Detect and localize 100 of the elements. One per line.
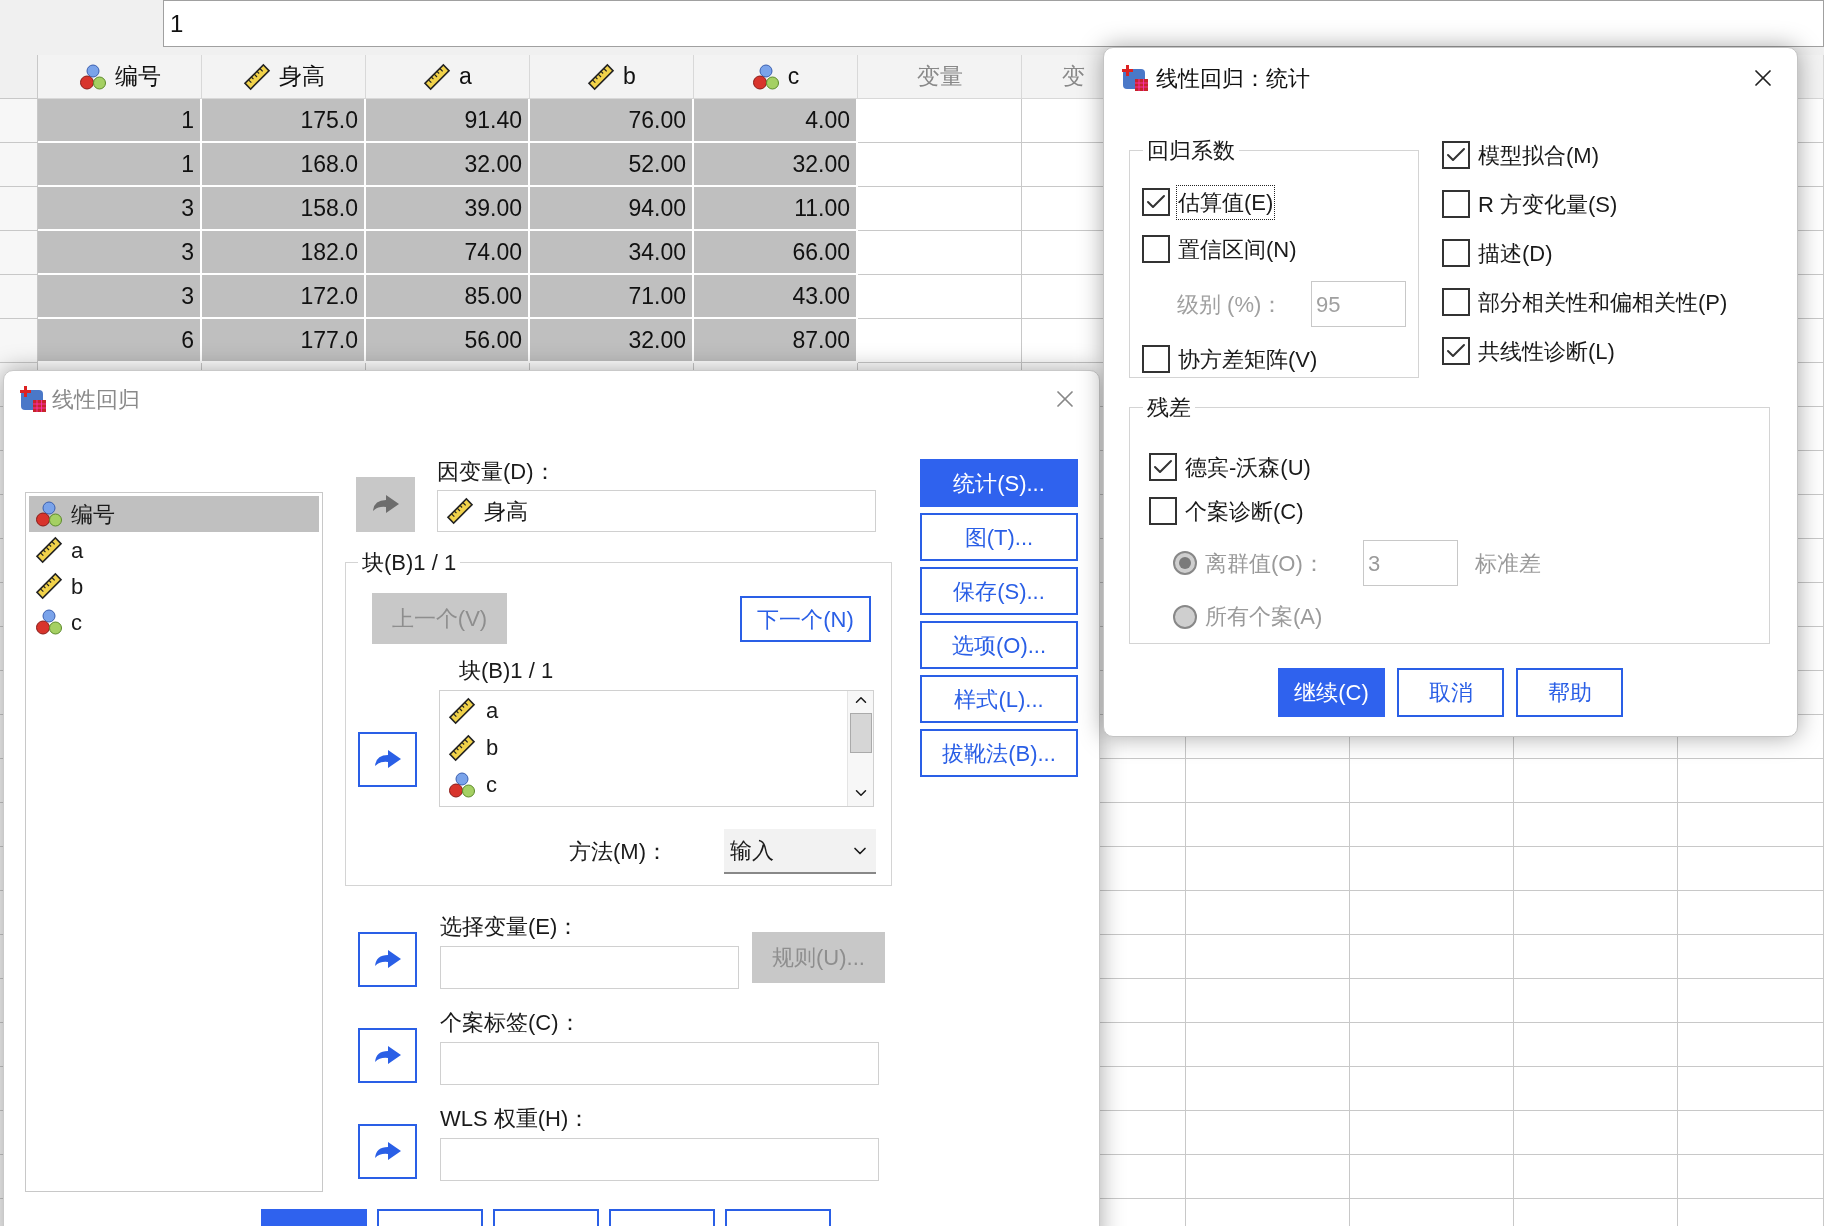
app-icon bbox=[1120, 63, 1150, 93]
table-cell: 74.00 bbox=[366, 231, 530, 275]
variable-name: c bbox=[486, 771, 497, 799]
checkbox-label: 德宾-沃森(U) bbox=[1185, 453, 1311, 482]
table-cell: 175.0 bbox=[202, 99, 366, 143]
variable-item[interactable]: b bbox=[29, 568, 319, 604]
input-field[interactable] bbox=[440, 1138, 879, 1181]
table-cell: 66.00 bbox=[694, 231, 858, 275]
checkbox[interactable] bbox=[1149, 497, 1177, 525]
table-cell: 32.00 bbox=[694, 143, 858, 187]
table-cell: 168.0 bbox=[202, 143, 366, 187]
checkbox-label: 估算值(E) bbox=[1176, 184, 1276, 220]
options-button[interactable]: 保存(S)... bbox=[920, 567, 1078, 615]
table-cell: 4.00 bbox=[694, 99, 858, 143]
variable-item[interactable]: a bbox=[448, 692, 839, 729]
table-cell: 39.00 bbox=[366, 187, 530, 231]
checkbox[interactable] bbox=[1442, 190, 1470, 218]
next-button[interactable]: 下一个(N) bbox=[740, 596, 871, 642]
move-arrow-button[interactable] bbox=[358, 1028, 417, 1083]
column-header[interactable]: c bbox=[787, 59, 800, 94]
variable-item[interactable]: a bbox=[29, 532, 319, 568]
table-cell: 6 bbox=[38, 319, 202, 363]
checkbox[interactable] bbox=[1442, 239, 1470, 267]
variable-name: b bbox=[486, 734, 499, 762]
radio-label: 所有个案(A) bbox=[1205, 603, 1323, 631]
options-button[interactable]: 拔靴法(B)... bbox=[920, 729, 1078, 777]
scrollbar[interactable] bbox=[847, 691, 873, 806]
three-balls-icon bbox=[35, 608, 63, 636]
row-header-cell[interactable] bbox=[0, 319, 38, 363]
app-icon bbox=[18, 384, 48, 414]
row-header-cell[interactable] bbox=[0, 99, 38, 143]
checkbox[interactable] bbox=[1149, 453, 1177, 481]
checkbox[interactable] bbox=[1442, 141, 1470, 169]
input-field[interactable] bbox=[440, 1042, 879, 1085]
table-cell: 3 bbox=[38, 275, 202, 319]
options-button[interactable]: 图(T)... bbox=[920, 513, 1078, 561]
checkbox[interactable] bbox=[1142, 345, 1170, 373]
three-balls-icon bbox=[448, 770, 476, 799]
checkbox-label: 协方差矩阵(V) bbox=[1177, 345, 1319, 374]
row-header-cell[interactable] bbox=[0, 143, 38, 187]
row-header-cell[interactable] bbox=[0, 187, 38, 231]
dialog-button[interactable]: 取消 bbox=[1397, 668, 1504, 717]
variable-name: c bbox=[71, 608, 82, 637]
column-header[interactable]: b bbox=[623, 59, 636, 94]
table-cell: 11.00 bbox=[694, 187, 858, 231]
checkbox-label: 模型拟合(M) bbox=[1478, 141, 1599, 170]
table-cell: 32.00 bbox=[366, 143, 530, 187]
unit-label: 标准差 bbox=[1475, 549, 1541, 578]
table-cell: 172.0 bbox=[202, 275, 366, 319]
table-cell: 158.0 bbox=[202, 187, 366, 231]
table-cell: 56.00 bbox=[366, 319, 530, 363]
table-cell: 91.40 bbox=[366, 99, 530, 143]
checkbox[interactable] bbox=[1442, 337, 1470, 365]
variable-item[interactable]: 编号 bbox=[29, 496, 319, 532]
variable-name: a bbox=[71, 536, 84, 565]
field-label: 因变量(D)： bbox=[437, 458, 557, 486]
checkbox[interactable] bbox=[1142, 188, 1170, 216]
table-cell: 71.00 bbox=[530, 275, 694, 319]
independent-list[interactable]: a b c bbox=[439, 690, 874, 807]
field-label: WLS 权重(H)： bbox=[440, 1105, 592, 1133]
checkbox[interactable] bbox=[1142, 235, 1170, 263]
checkbox-label: 描述(D) bbox=[1478, 239, 1553, 268]
row-header-cell[interactable] bbox=[0, 231, 38, 275]
options-button[interactable]: 选项(O)... bbox=[920, 621, 1078, 669]
variable-list[interactable]: 编号 a b c bbox=[25, 492, 323, 1192]
checkbox-label: 个案诊断(C) bbox=[1185, 497, 1304, 526]
variable-item[interactable]: c bbox=[448, 766, 839, 803]
dependent-field[interactable]: 身高 bbox=[437, 490, 876, 532]
move-arrow-button[interactable] bbox=[358, 932, 417, 987]
group-title: 块(B)1 / 1 bbox=[361, 549, 458, 577]
list-label: 块(B)1 / 1 bbox=[459, 657, 554, 685]
variable-item[interactable]: b bbox=[448, 729, 839, 766]
table-cell: 34.00 bbox=[530, 231, 694, 275]
dialog-title: 线性回归 bbox=[52, 385, 140, 414]
checkbox-label: R 方变化量(S) bbox=[1478, 190, 1618, 219]
variable-item[interactable]: c bbox=[29, 604, 319, 640]
column-header[interactable]: a bbox=[459, 59, 472, 94]
row-header-cell[interactable] bbox=[0, 275, 38, 319]
input-field[interactable] bbox=[440, 946, 739, 989]
move-arrow-button[interactable] bbox=[358, 1124, 417, 1179]
options-button[interactable]: 统计(S)... bbox=[920, 459, 1078, 507]
table-cell: 85.00 bbox=[366, 275, 530, 319]
options-button[interactable]: 样式(L)... bbox=[920, 675, 1078, 723]
variable-name: b bbox=[71, 572, 84, 601]
variable-name: a bbox=[486, 697, 499, 725]
three-balls-icon bbox=[751, 62, 780, 91]
variable-name: 身高 bbox=[484, 497, 528, 526]
table-cell: 1 bbox=[38, 143, 202, 187]
dialog-button[interactable]: 帮助 bbox=[1516, 668, 1623, 717]
checkbox[interactable] bbox=[1442, 288, 1470, 316]
cell-value-field[interactable]: 1 bbox=[163, 0, 1824, 47]
table-cell: 182.0 bbox=[202, 231, 366, 275]
checkbox-label: 置信区间(N) bbox=[1177, 235, 1298, 264]
table-cell: 32.00 bbox=[530, 319, 694, 363]
variable-name: 编号 bbox=[71, 500, 115, 529]
dialog-button[interactable]: 继续(C) bbox=[1278, 668, 1385, 717]
method-dropdown[interactable]: 输入 bbox=[724, 829, 876, 874]
table-cell: 43.00 bbox=[694, 275, 858, 319]
level-label: 级别 (%)： bbox=[1177, 290, 1285, 319]
move-arrow-button[interactable] bbox=[358, 732, 417, 787]
